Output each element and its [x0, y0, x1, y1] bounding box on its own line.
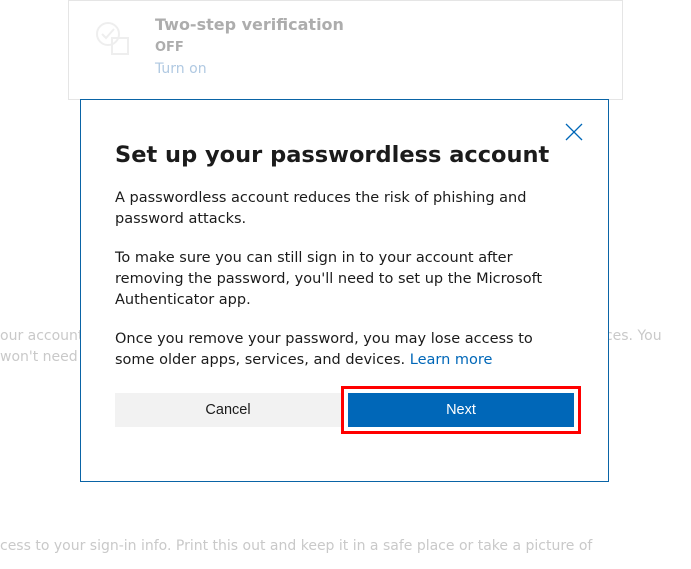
two-step-status: OFF [155, 40, 344, 55]
button-row: Cancel Next [115, 393, 574, 427]
close-button[interactable] [558, 116, 590, 148]
passwordless-dialog: Set up your passwordless account A passw… [80, 99, 609, 482]
learn-more-link[interactable]: Learn more [410, 352, 493, 368]
dialog-paragraph-2: To make sure you can still sign in to yo… [115, 248, 574, 311]
two-step-title: Two-step verification [155, 15, 344, 34]
next-button[interactable]: Next [348, 393, 574, 427]
dialog-title: Set up your passwordless account [115, 142, 574, 168]
two-step-turn-on: Turn on [155, 61, 344, 77]
shield-check-icon [93, 19, 133, 59]
two-step-card: Two-step verification OFF Turn on [68, 0, 623, 100]
next-highlight: Next [341, 386, 581, 434]
cancel-button[interactable]: Cancel [115, 393, 341, 427]
bg-text-lower: cess to your sign-in info. Print this ou… [0, 536, 691, 557]
dialog-paragraph-3: Once you remove your password, you may l… [115, 329, 574, 371]
dialog-paragraph-1: A passwordless account reduces the risk … [115, 188, 574, 230]
close-icon [564, 122, 584, 142]
